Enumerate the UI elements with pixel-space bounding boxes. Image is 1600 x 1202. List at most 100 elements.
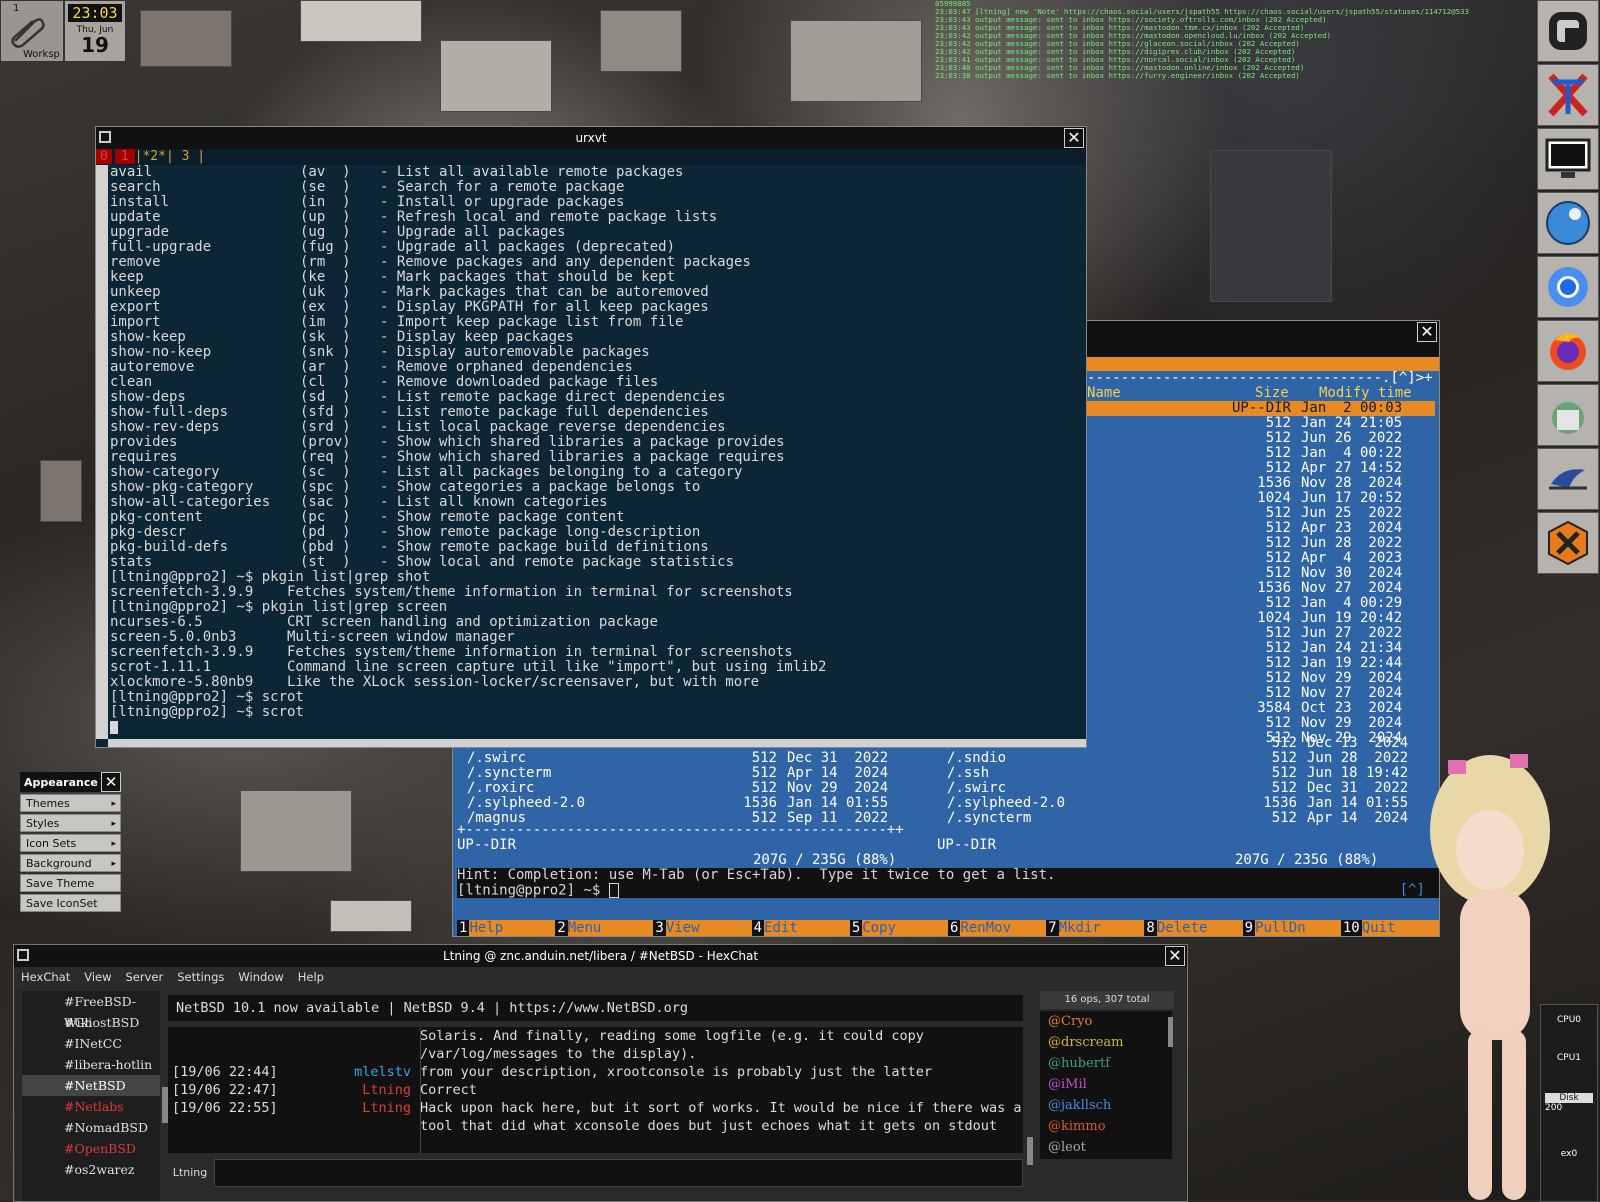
user-list[interactable]: @Cryo @drscream @hubertf @iMil @jakllsch @kim… bbox=[1040, 1011, 1172, 1159]
mc-file-row[interactable]: 512 Nov 27 2024 bbox=[1087, 686, 1435, 701]
user-list-scrollbar[interactable] bbox=[1168, 1017, 1173, 1047]
menu-hexchat[interactable]: HexChat bbox=[14, 970, 77, 984]
appearance-item-icon-sets[interactable]: Icon Sets ▸ bbox=[20, 834, 121, 852]
terminal-output[interactable]: avail (av ) - List all available remote pa… bbox=[110, 165, 1078, 737]
terminal-icon[interactable] bbox=[1537, 0, 1599, 62]
menu-settings[interactable]: Settings bbox=[170, 970, 231, 984]
fkey-menu[interactable]: 2 Menu bbox=[555, 920, 654, 936]
mc-col-mtime[interactable]: Modify time bbox=[1319, 386, 1412, 401]
mc-file-row[interactable]: 512 Jan 19 22:44 bbox=[1087, 656, 1435, 671]
hexchat-window[interactable]: Ltning @ znc.anduin.net/libera / #NetBSD… bbox=[13, 944, 1188, 1202]
mc-file-row[interactable]: 512 Apr 27 14:52 bbox=[1087, 461, 1435, 476]
menu-window[interactable]: Window bbox=[231, 970, 290, 984]
hexchat-titlebar[interactable]: Ltning @ znc.anduin.net/libera / #NetBSD… bbox=[14, 945, 1187, 967]
terminal-cursor-line[interactable] bbox=[110, 720, 1078, 735]
mc-file-row[interactable]: 512 Jan 4 00:29 bbox=[1087, 596, 1435, 611]
close-icon[interactable]: ✕ bbox=[1417, 322, 1437, 342]
workspace-switcher[interactable]: 1 Worksp bbox=[0, 0, 64, 62]
urxvt-titlebar[interactable]: urxvt ✕ bbox=[96, 127, 1086, 149]
close-icon[interactable]: ✕ bbox=[1064, 128, 1084, 148]
message-nick[interactable]: Ltning bbox=[362, 1081, 411, 1099]
channel-item[interactable]: #GhostBSD bbox=[22, 1012, 160, 1033]
channel-item[interactable]: #NetBSD bbox=[22, 1075, 160, 1096]
mc-file-row[interactable]: 512 Nov 29 2024 bbox=[1087, 671, 1435, 686]
message-nick[interactable]: Ltning bbox=[362, 1099, 411, 1117]
vertical-scrollbar[interactable] bbox=[96, 165, 108, 739]
nick-button[interactable]: Ltning bbox=[168, 1159, 212, 1187]
channel-item[interactable]: #OpenBSD bbox=[22, 1138, 160, 1159]
user-list-item[interactable]: @jakllsch bbox=[1040, 1095, 1172, 1116]
screen-tab[interactable]: 0 bbox=[96, 149, 112, 164]
close-icon[interactable]: ✕ bbox=[1165, 946, 1185, 966]
screen-tab-active[interactable]: |*2*| bbox=[135, 149, 174, 164]
urxvt-window[interactable]: urxvt ✕ 0 1 |*2*| 3 | avail (av ) - List all… bbox=[95, 126, 1087, 748]
mc-file-name[interactable]: /.syncterm bbox=[947, 811, 1031, 826]
fkey-view[interactable]: 3 View bbox=[653, 920, 752, 936]
user-list-item[interactable]: @leot bbox=[1040, 1137, 1172, 1158]
mc-file-name[interactable]: /.ssh bbox=[947, 766, 989, 781]
user-list-item[interactable]: @Cryo bbox=[1040, 1011, 1172, 1032]
menu-server[interactable]: Server bbox=[119, 970, 171, 984]
horizontal-scrollbar[interactable] bbox=[108, 739, 1086, 747]
user-list-item[interactable]: @iMil bbox=[1040, 1074, 1172, 1095]
mc-col-size[interactable]: Size bbox=[1255, 386, 1289, 401]
mc-file-name[interactable]: /.syncterm bbox=[467, 766, 551, 781]
appearance-item-save-theme[interactable]: Save Theme bbox=[20, 874, 121, 892]
mc-file-row[interactable]: 1024 Jun 19 20:42 bbox=[1087, 611, 1435, 626]
channel-item[interactable]: #FreeBSD-Wiki bbox=[22, 991, 160, 1030]
mc-function-keys[interactable]: 1 Help 2 Menu 3 View 4 Edit 5 Copy 6 RenMov 7 Mkdir 8 D… bbox=[457, 920, 1440, 936]
channel-item[interactable]: #libera-hotlin bbox=[22, 1054, 160, 1075]
fkey-mkdir[interactable]: 7 Mkdir bbox=[1046, 920, 1145, 936]
channel-item[interactable]: #INetCC bbox=[22, 1033, 160, 1054]
fkey-copy[interactable]: 5 Copy bbox=[850, 920, 949, 936]
mc-file-name[interactable]: /.roxirc bbox=[467, 781, 534, 796]
mc-prompt-line[interactable]: [ltning@ppro2] ~$ [^] bbox=[457, 883, 1439, 898]
mc-file-row[interactable]: 3584 Oct 23 2024 bbox=[1087, 701, 1435, 716]
mc-file-name[interactable]: /.sndio bbox=[947, 751, 1006, 766]
chat-scrollbar[interactable] bbox=[1027, 1137, 1033, 1165]
user-list-item[interactable]: @drscream bbox=[1040, 1032, 1172, 1053]
mc-file-row[interactable]: 1536 Nov 27 2024 bbox=[1087, 581, 1435, 596]
mc-file-row[interactable]: 512 Jun 25 2022 bbox=[1087, 506, 1435, 521]
mc-file-row[interactable]: UP--DIR Jan 2 00:03 bbox=[1087, 401, 1435, 416]
mc-file-name[interactable]: /.sylpheed-2.0 bbox=[947, 796, 1065, 811]
channel-topic[interactable]: NetBSD 10.1 now available | NetBSD 9.4 |… bbox=[168, 995, 1023, 1021]
mc-file-row[interactable]: 512 Jun 27 2022 bbox=[1087, 626, 1435, 641]
message-nick[interactable]: mlelstv bbox=[354, 1063, 411, 1081]
mc-file-row[interactable]: 512 Apr 4 2023 bbox=[1087, 551, 1435, 566]
mail-icon[interactable] bbox=[1537, 448, 1599, 510]
fkey-pulldn[interactable]: 9 PullDn bbox=[1243, 920, 1341, 936]
menu-help[interactable]: Help bbox=[291, 970, 331, 984]
chat-log[interactable]: Solaris. And finally, reading some logfi… bbox=[168, 1027, 1023, 1153]
user-list-item[interactable]: @kimmo bbox=[1040, 1116, 1172, 1137]
mc-file-row[interactable]: 512 Jun 28 2022 bbox=[1087, 536, 1435, 551]
screen-status-bar[interactable]: 0 1 |*2*| 3 | bbox=[96, 149, 1086, 165]
mc-file-name[interactable]: /.swirc bbox=[467, 751, 526, 766]
mc-col-name[interactable]: Name bbox=[1087, 386, 1121, 401]
channel-item[interactable]: #Netlabs bbox=[22, 1096, 160, 1117]
globe-icon[interactable] bbox=[1537, 192, 1599, 254]
mc-file-row[interactable]: 512 Jan 24 21:05 bbox=[1087, 416, 1435, 431]
fkey-delete[interactable]: 8 Delete bbox=[1144, 920, 1243, 936]
cat-icon[interactable] bbox=[1537, 384, 1599, 446]
appearance-menu-title[interactable]: Appearance ✕ bbox=[20, 772, 121, 792]
mc-file-name[interactable]: /.sylpheed-2.0 bbox=[467, 796, 585, 811]
mc-file-name[interactable]: /.swirc bbox=[947, 781, 1006, 796]
window-menu-icon[interactable] bbox=[17, 949, 29, 961]
appearance-item-themes[interactable]: Themes ▸ bbox=[20, 794, 121, 812]
fkey-edit[interactable]: 4 Edit bbox=[752, 920, 850, 936]
appearance-item-styles[interactable]: Styles ▸ bbox=[20, 814, 121, 832]
screen-tab[interactable]: 3 bbox=[182, 149, 190, 164]
user-list-item[interactable]: @hubertf bbox=[1040, 1053, 1172, 1074]
fkey-renmov[interactable]: 6 RenMov bbox=[948, 920, 1047, 936]
channel-item[interactable]: #NomadBSD bbox=[22, 1117, 160, 1138]
channel-item[interactable]: #os2warez bbox=[22, 1159, 160, 1180]
screen-tab[interactable]: 1 bbox=[114, 149, 135, 164]
mc-file-row[interactable]: 1536 Nov 28 2024 bbox=[1087, 476, 1435, 491]
chromium-icon[interactable] bbox=[1537, 256, 1599, 318]
fkey-help[interactable]: 1 Help bbox=[457, 920, 556, 936]
mc-file-row[interactable]: 512 Apr 23 2024 bbox=[1087, 521, 1435, 536]
x-logo-icon[interactable] bbox=[1537, 64, 1599, 126]
appearance-item-save-iconset[interactable]: Save IconSet bbox=[20, 894, 121, 912]
monitor-icon[interactable] bbox=[1537, 128, 1599, 190]
